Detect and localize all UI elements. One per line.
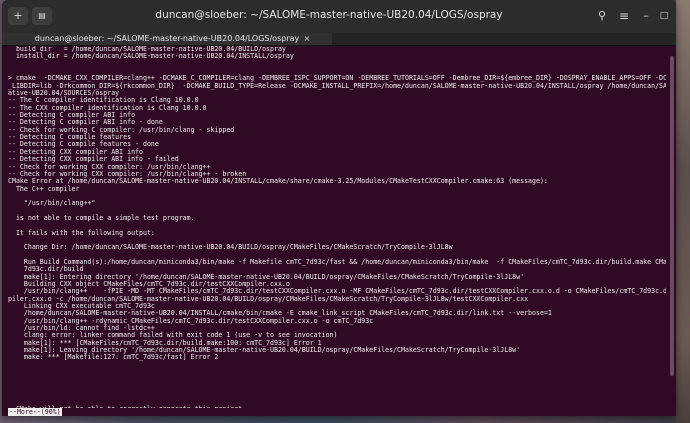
new-tab-icon[interactable]: + bbox=[8, 7, 28, 25]
terminal-line: Change Dir: /home/duncan/SALOME-master-n… bbox=[8, 243, 453, 252]
pager-status-line: --More--(90%) bbox=[2, 408, 676, 416]
terminal-line: The C++ compiler bbox=[8, 184, 80, 193]
minimize-icon[interactable]: – bbox=[638, 8, 654, 24]
scrollbar[interactable] bbox=[669, 46, 674, 402]
desktop-wallpaper-edge bbox=[676, 0, 690, 423]
terminal-line: CMake Error at /home/duncan/SALOME-maste… bbox=[8, 177, 548, 186]
tab-label: duncan@sloeber: ~/SALOME-master-native-U… bbox=[34, 34, 300, 43]
terminal-window: + ▤ duncan@sloeber: ~/SALOME-master-nati… bbox=[2, 0, 676, 416]
terminal-line: is not able to compile a simple test pro… bbox=[8, 213, 195, 222]
maximize-icon[interactable]: □ bbox=[656, 8, 672, 24]
terminal-line: install_dir = /home/duncan/SALOME-master… bbox=[8, 52, 294, 61]
tab-bar: duncan@sloeber: ~/SALOME-master-native-U… bbox=[2, 33, 676, 46]
pager-more-prompt: --More--(90%) bbox=[8, 408, 62, 416]
menu-icon[interactable]: ≡ bbox=[616, 8, 632, 24]
terminal-icon[interactable]: ▤ bbox=[32, 7, 52, 25]
terminal-output[interactable]: build_dir = /home/duncan/SALOME-master-n… bbox=[2, 46, 666, 408]
title-bar[interactable]: + ▤ duncan@sloeber: ~/SALOME-master-nati… bbox=[2, 0, 676, 33]
terminal-line: "/usr/bin/clang++" bbox=[8, 199, 96, 208]
terminal-tab[interactable]: duncan@sloeber: ~/SALOME-master-native-U… bbox=[2, 33, 332, 45]
search-icon[interactable]: ⚲ bbox=[594, 8, 610, 24]
terminal-line: It fails with the following output: bbox=[8, 228, 155, 237]
window-title: duncan@sloeber: ~/SALOME-master-native-U… bbox=[155, 9, 503, 21]
terminal-line: make: *** [Makefile:127: cmTC_7d93c/fast… bbox=[8, 353, 219, 362]
terminal-line: Run Build Command(s):/home/duncan/minico… bbox=[8, 257, 666, 266]
scrollbar-thumb[interactable] bbox=[670, 56, 674, 376]
tab-close-icon[interactable]: × bbox=[302, 33, 312, 45]
